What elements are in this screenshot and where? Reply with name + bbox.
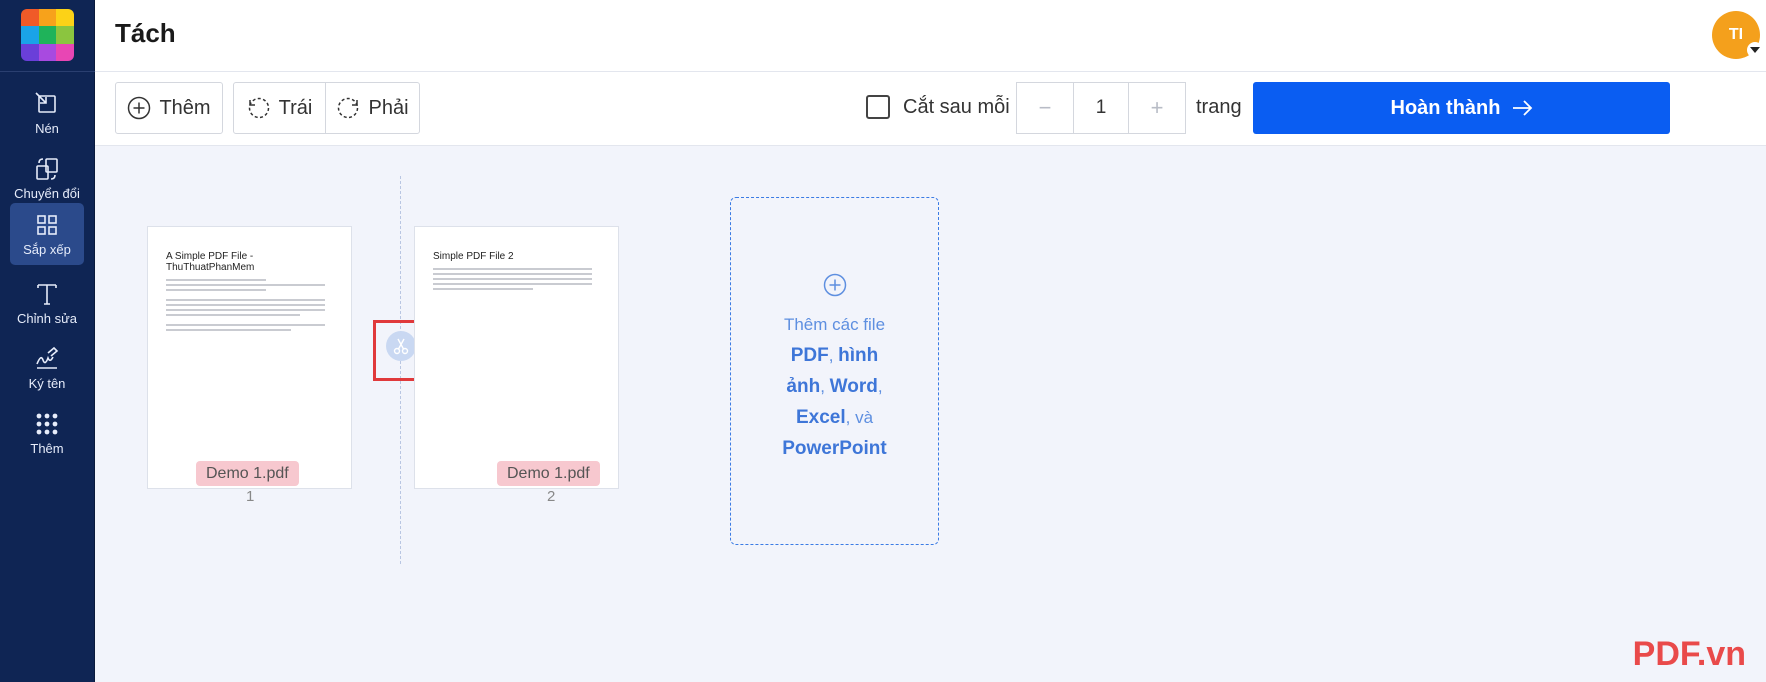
rotate-right-icon <box>338 97 359 119</box>
sidebar: Nén Chuyển đổi Sắp xếp Chỉnh sửa Ký tên … <box>0 0 95 682</box>
header: Tách TI <box>95 0 1766 72</box>
grid-icon <box>37 215 57 235</box>
rotate-left-icon <box>248 97 269 119</box>
increment-button[interactable]: + <box>1129 83 1185 133</box>
cut-quantity-stepper: − 1 + <box>1016 82 1186 134</box>
cut-after-label: Cắt sau mỗi <box>903 96 1010 118</box>
page-thumbnail[interactable]: A Simple PDF File - ThuThuatPhanMem <box>147 226 352 489</box>
logo-cell <box>21 26 39 44</box>
done-button[interactable]: Hoàn thành <box>1253 82 1670 134</box>
format-and: , và <box>845 408 874 427</box>
logo-cell <box>21 9 39 27</box>
sidebar-item-label: Sắp xếp <box>23 242 71 257</box>
logo-cell <box>56 43 74 61</box>
page-thumbnail-text <box>433 268 600 290</box>
pages-unit-label: trang <box>1196 96 1242 118</box>
cut-after-checkbox[interactable] <box>866 95 890 119</box>
avatar-initials: TI <box>1728 26 1744 43</box>
format-separator: , <box>820 377 830 396</box>
toolbar: Thêm Trái Phải Cắt sau mỗi − 1 + trang H… <box>95 72 1766 146</box>
decrement-button[interactable]: − <box>1017 83 1073 133</box>
rotate-left-button[interactable]: Trái <box>233 82 326 134</box>
page-file-badge: Demo 1.pdf <box>196 461 299 486</box>
sidebar-item-label: Nén <box>35 121 59 136</box>
add-files-intro: Thêm các file <box>783 315 886 334</box>
rotate-right-button[interactable]: Phải <box>325 82 420 134</box>
page-thumbnail-title: A Simple PDF File - ThuThuatPhanMem <box>166 251 255 273</box>
page-title: Tách <box>115 18 176 48</box>
page-number: 2 <box>547 488 556 505</box>
logo-cell <box>38 26 57 44</box>
sidebar-divider <box>0 71 95 72</box>
pages-canvas: A Simple PDF File - ThuThuatPhanMem Demo… <box>95 146 1766 682</box>
sidebar-item-edit[interactable]: Chỉnh sửa <box>10 272 84 334</box>
rotate-left-label: Trái <box>278 96 313 119</box>
logo-cell <box>21 43 39 61</box>
app-logo[interactable] <box>21 9 74 61</box>
sidebar-item-label: Ký tên <box>28 376 66 391</box>
rotate-right-label: Phải <box>368 96 409 119</box>
page-file-badge: Demo 1.pdf <box>497 461 600 486</box>
format-powerpoint: PowerPoint <box>782 438 887 459</box>
logo-cell <box>56 9 74 27</box>
text-icon <box>37 284 57 305</box>
page-thumbnail[interactable]: Simple PDF File 2 <box>414 226 619 489</box>
plus-circle-icon <box>128 96 151 120</box>
logo-cell <box>56 26 74 44</box>
convert-icon <box>36 158 58 180</box>
sidebar-item-arrange[interactable]: Sắp xếp <box>10 203 84 265</box>
format-separator: , <box>877 377 883 396</box>
sidebar-item-compress[interactable]: Nén <box>10 82 84 144</box>
logo-cell <box>38 43 57 61</box>
add-button[interactable]: Thêm <box>115 82 223 134</box>
sidebar-item-label: Chỉnh sửa <box>16 311 77 326</box>
done-button-label: Hoàn thành <box>1390 96 1501 119</box>
logo-cell <box>38 9 57 27</box>
format-pdf: PDF <box>790 345 829 366</box>
add-files-dropzone[interactable]: Thêm các file PDF, hình ảnh, Word, Excel… <box>730 197 939 545</box>
chevron-down-icon[interactable] <box>1747 42 1763 58</box>
compress-icon <box>35 92 56 113</box>
plus-circle-icon <box>823 273 846 297</box>
dots-grid-icon <box>36 413 58 435</box>
cut-quantity-input[interactable]: 1 <box>1073 83 1129 133</box>
sidebar-item-label: Chuyển đổi <box>14 186 80 201</box>
arrow-right-icon <box>1512 100 1532 116</box>
add-files-text: Thêm các file PDF, hình ảnh, Word, Excel… <box>775 309 895 464</box>
page-number: 1 <box>246 488 255 505</box>
add-button-label: Thêm <box>159 96 211 119</box>
page-thumbnail-title: Simple PDF File 2 <box>433 251 514 262</box>
page-thumbnail-text <box>166 279 333 331</box>
sidebar-item-convert[interactable]: Chuyển đổi <box>10 147 84 209</box>
sidebar-item-more[interactable]: Thêm <box>10 402 84 464</box>
watermark: PDF.vn <box>1632 635 1746 673</box>
format-separator: , <box>828 346 839 365</box>
format-excel: Excel <box>795 407 846 428</box>
signature-icon <box>36 346 59 369</box>
sidebar-item-sign[interactable]: Ký tên <box>10 337 84 399</box>
sidebar-item-label: Thêm <box>30 441 64 456</box>
format-word: Word <box>829 376 878 397</box>
